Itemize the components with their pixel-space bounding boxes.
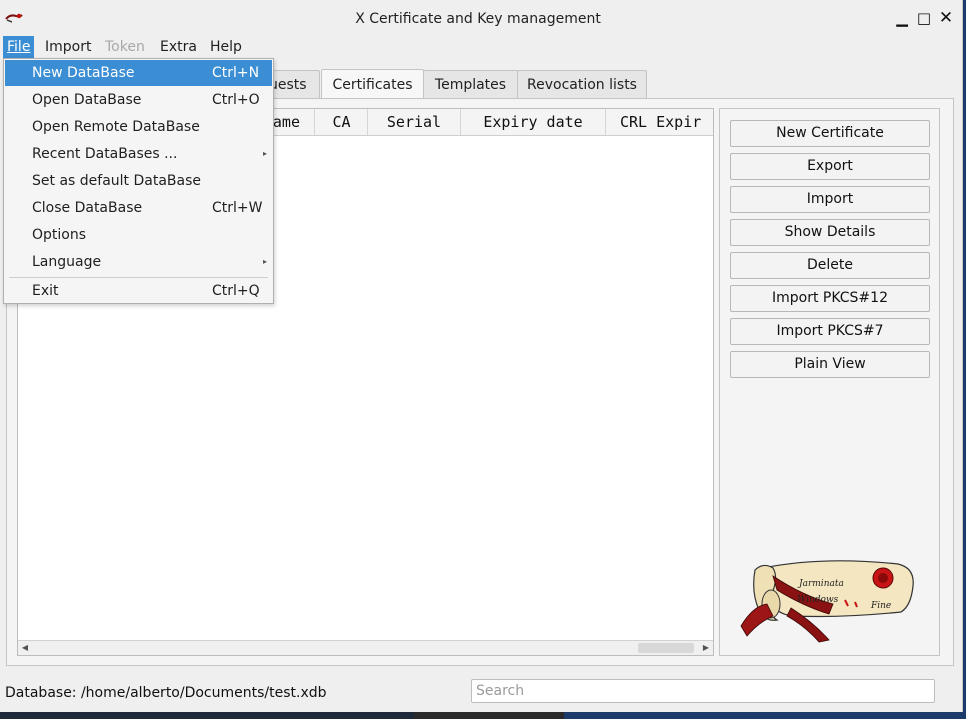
menu-help[interactable]: Help xyxy=(206,36,246,58)
svg-text:Windows: Windows xyxy=(797,595,839,605)
export-button[interactable]: Export xyxy=(730,153,930,180)
menu-help-label: Help xyxy=(210,39,242,55)
menu-item-set-default-database[interactable]: Set as default DataBase xyxy=(5,168,272,194)
desktop-background-blue xyxy=(564,712,966,719)
menu-item-shortcut: Ctrl+W xyxy=(212,200,263,216)
tab-revocation-lists[interactable]: Revocation lists xyxy=(517,70,647,99)
import-button[interactable]: Import xyxy=(730,186,930,213)
column-header-ca[interactable]: CA xyxy=(316,109,368,135)
column-header-serial[interactable]: Serial xyxy=(368,109,461,135)
show-details-button[interactable]: Show Details xyxy=(730,219,930,246)
title-bar: X Certificate and Key management ▁ □ ✕ xyxy=(0,0,962,36)
column-header-expiry-date[interactable]: Expiry date xyxy=(461,109,606,135)
delete-button[interactable]: Delete xyxy=(730,252,930,279)
menu-import[interactable]: Import xyxy=(41,36,95,58)
menu-item-label: Recent DataBases ... xyxy=(32,146,178,162)
close-icon[interactable]: ✕ xyxy=(936,8,956,28)
column-header-crl-expiry[interactable]: CRL Expir xyxy=(606,109,713,135)
menu-file-label: File xyxy=(7,39,31,55)
menu-token: Token xyxy=(101,36,149,58)
window-title: X Certificate and Key management xyxy=(355,11,601,27)
menu-extra[interactable]: Extra xyxy=(156,36,201,58)
menu-item-shortcut: Ctrl+N xyxy=(212,65,260,81)
menu-item-shortcut: Ctrl+Q xyxy=(212,283,260,299)
menu-item-open-database[interactable]: Open DataBase Ctrl+O xyxy=(5,87,272,113)
scroll-right-icon[interactable]: ▶ xyxy=(699,641,713,655)
menu-item-label: Options xyxy=(32,227,87,243)
desktop-background xyxy=(414,712,564,719)
menu-item-recent-databases[interactable]: Recent DataBases ... ▸ xyxy=(5,141,272,167)
menu-item-language[interactable]: Language ▸ xyxy=(5,249,272,275)
main-window: X Certificate and Key management ▁ □ ✕ F… xyxy=(0,0,963,712)
scroll-logo-icon: Jarminata Windows Fine xyxy=(740,560,914,643)
menu-item-label: Close DataBase xyxy=(32,200,143,216)
menu-item-open-remote-database[interactable]: Open Remote DataBase xyxy=(5,114,272,140)
svg-text:Fine: Fine xyxy=(870,601,891,611)
import-pkcs12-button[interactable]: Import PKCS#12 xyxy=(730,285,930,312)
menu-token-label: Token xyxy=(105,39,145,55)
new-certificate-button[interactable]: New Certificate xyxy=(730,120,930,147)
menu-item-label: Exit xyxy=(32,283,59,299)
menu-item-label: Open DataBase xyxy=(32,92,142,108)
menu-file[interactable]: File xyxy=(3,36,35,58)
horizontal-scrollbar[interactable]: ◀ ▶ xyxy=(18,640,713,655)
menu-extra-label: Extra xyxy=(160,39,197,55)
database-path-label: Database: /home/alberto/Documents/test.x… xyxy=(5,685,327,701)
submenu-arrow-icon: ▸ xyxy=(263,149,268,158)
menu-item-label: New DataBase xyxy=(32,65,135,81)
plain-view-button[interactable]: Plain View xyxy=(730,351,930,378)
scroll-left-icon[interactable]: ◀ xyxy=(18,641,32,655)
menu-item-label: Open Remote DataBase xyxy=(32,119,200,135)
status-bar: Database: /home/alberto/Documents/test.x… xyxy=(0,675,962,712)
menu-item-new-database[interactable]: New DataBase Ctrl+N xyxy=(5,60,272,86)
tab-certificates[interactable]: Certificates xyxy=(321,69,424,100)
tab-templates[interactable]: Templates xyxy=(423,70,518,99)
menu-item-close-database[interactable]: Close DataBase Ctrl+W xyxy=(5,195,272,221)
menu-item-label: Set as default DataBase xyxy=(32,173,201,189)
menu-bar: File Import Token Extra Help xyxy=(0,36,962,58)
search-input[interactable] xyxy=(471,679,935,703)
menu-item-options[interactable]: Options xyxy=(5,222,272,248)
file-menu-dropdown: New DataBase Ctrl+N Open DataBase Ctrl+O… xyxy=(3,58,274,304)
menu-item-shortcut: Ctrl+O xyxy=(212,92,260,108)
menu-item-label: Language xyxy=(32,254,102,270)
import-pkcs7-button[interactable]: Import PKCS#7 xyxy=(730,318,930,345)
submenu-arrow-icon: ▸ xyxy=(263,257,268,266)
menu-import-label: Import xyxy=(45,39,92,55)
svg-text:Jarminata: Jarminata xyxy=(797,579,844,589)
scrollbar-thumb[interactable] xyxy=(638,643,694,653)
menu-item-exit[interactable]: Exit Ctrl+Q xyxy=(5,278,272,304)
minimize-icon[interactable]: ▁ xyxy=(892,8,912,28)
maximize-icon[interactable]: □ xyxy=(914,8,934,28)
